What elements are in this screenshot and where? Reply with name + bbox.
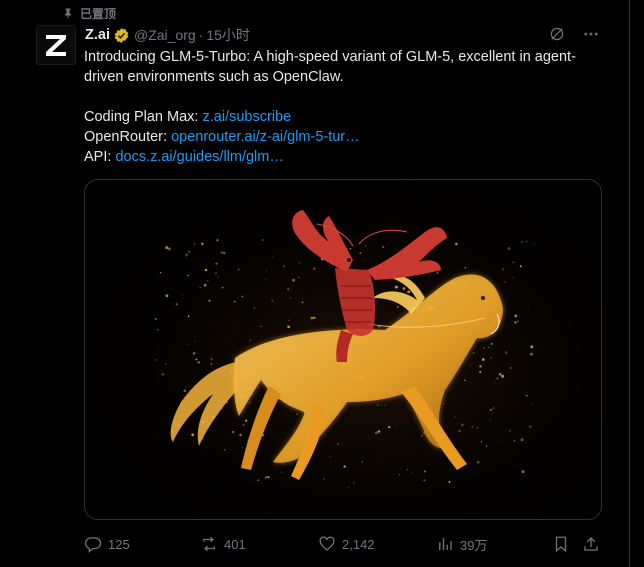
more-icon[interactable]: [581, 24, 601, 44]
api-label: API:: [84, 149, 116, 165]
separator-dot: ·: [198, 27, 204, 43]
z-logo-icon: [46, 35, 66, 56]
reply-icon: [84, 537, 102, 553]
verified-badge-icon[interactable]: [113, 27, 130, 44]
repost-button[interactable]: 401: [200, 533, 246, 555]
coding-plan-label: Coding Plan Max:: [84, 109, 203, 125]
display-name[interactable]: Z.ai: [85, 27, 110, 43]
tweet-media[interactable]: [84, 179, 602, 520]
bookmark-button[interactable]: [552, 533, 570, 555]
reply-count: 125: [108, 536, 130, 552]
post-time[interactable]: 15小时: [206, 25, 250, 45]
openrouter-link[interactable]: openrouter.ai/z-ai/glm-5-tur…: [171, 129, 360, 145]
lobster-riding-horse-image: [85, 180, 601, 519]
api-link[interactable]: docs.z.ai/guides/llm/glm…: [115, 149, 283, 165]
like-icon: [319, 536, 335, 551]
pinned-label: 已置顶: [80, 6, 117, 21]
share-button[interactable]: [582, 533, 600, 555]
share-icon: [584, 537, 598, 551]
views-icon: [439, 538, 452, 550]
tweet-card[interactable]: 已置顶 Z.ai @Zai_org · 15小时 Introducing GLM…: [0, 0, 630, 567]
bookmark-icon: [555, 536, 567, 553]
grok-icon[interactable]: [547, 24, 567, 44]
header-actions: [547, 24, 601, 44]
views-button[interactable]: 39万: [436, 533, 487, 555]
repost-icon: [203, 536, 215, 552]
tweet-header: Z.ai @Zai_org · 15小时: [85, 25, 250, 45]
tweet-actions: 125 401 2,142 39万: [80, 533, 608, 555]
pin-icon: [65, 8, 71, 19]
like-count: 2,142: [342, 536, 375, 552]
repost-count: 401: [224, 536, 246, 552]
like-button[interactable]: 2,142: [318, 533, 375, 555]
tweet-text: Introducing GLM-5-Turbo: A high-speed va…: [84, 47, 604, 167]
views-count: 39万: [460, 537, 488, 553]
pinned-indicator: 已置顶: [62, 5, 116, 21]
coding-plan-line: Coding Plan Max: z.ai/subscribe: [84, 107, 604, 127]
openrouter-line: OpenRouter: openrouter.ai/z-ai/glm-5-tur…: [84, 127, 604, 147]
author-handle[interactable]: @Zai_org: [134, 27, 196, 43]
tweet-intro: Introducing GLM-5-Turbo: A high-speed va…: [84, 49, 576, 85]
avatar[interactable]: [36, 25, 76, 65]
openrouter-label: OpenRouter:: [84, 129, 172, 145]
reply-button[interactable]: 125: [84, 533, 130, 555]
api-line: API: docs.z.ai/guides/llm/glm…: [84, 147, 604, 167]
coding-plan-link[interactable]: z.ai/subscribe: [202, 109, 291, 125]
